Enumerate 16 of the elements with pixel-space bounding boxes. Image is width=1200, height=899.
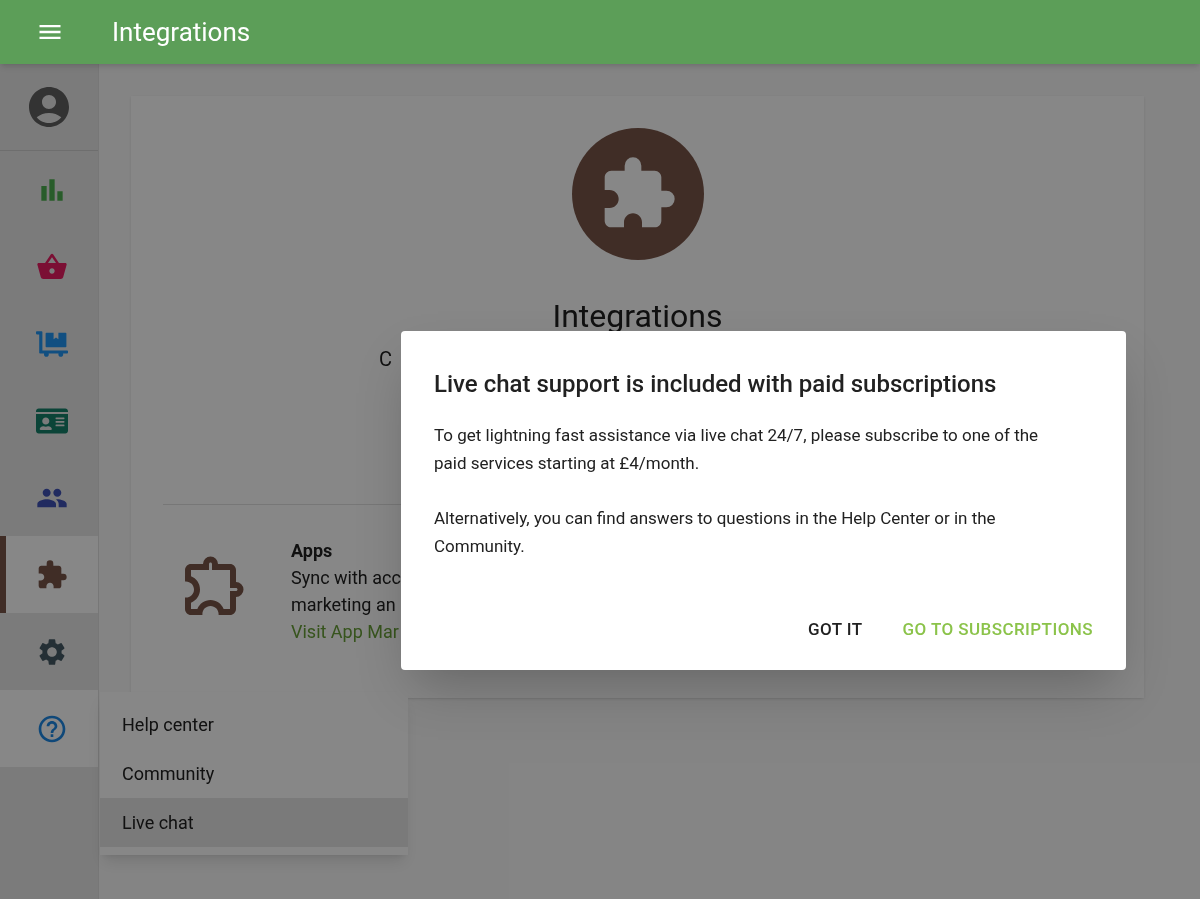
dialog-text: To get lightning fast assistance via live chat 24/7, please subscribe to one of the paid services starting at £4/month. (434, 424, 1040, 475)
card-title: Integrations (552, 296, 723, 337)
dialog-button[interactable]: GOT IT (792, 608, 879, 650)
menu-item[interactable]: Community (100, 749, 408, 798)
sidebar-item[interactable] (0, 536, 98, 613)
apps-description: Sync with acc (291, 566, 401, 590)
card-subtitle: C (379, 347, 393, 371)
menu-item[interactable]: Live chat (100, 798, 408, 847)
menu-item[interactable]: Help center (100, 700, 408, 749)
page-title: Integrations (112, 15, 251, 49)
dialog-title: Live chat support is included with paid subscriptions (434, 369, 998, 400)
apps-description: marketing an (291, 593, 397, 617)
apps-title: Apps (291, 539, 334, 563)
sidebar-item[interactable] (0, 690, 98, 767)
puzzle-icon (36, 558, 68, 591)
dialog-text: Alternatively, you can find answers to questions in the Help Center or in the Community. (434, 507, 997, 558)
